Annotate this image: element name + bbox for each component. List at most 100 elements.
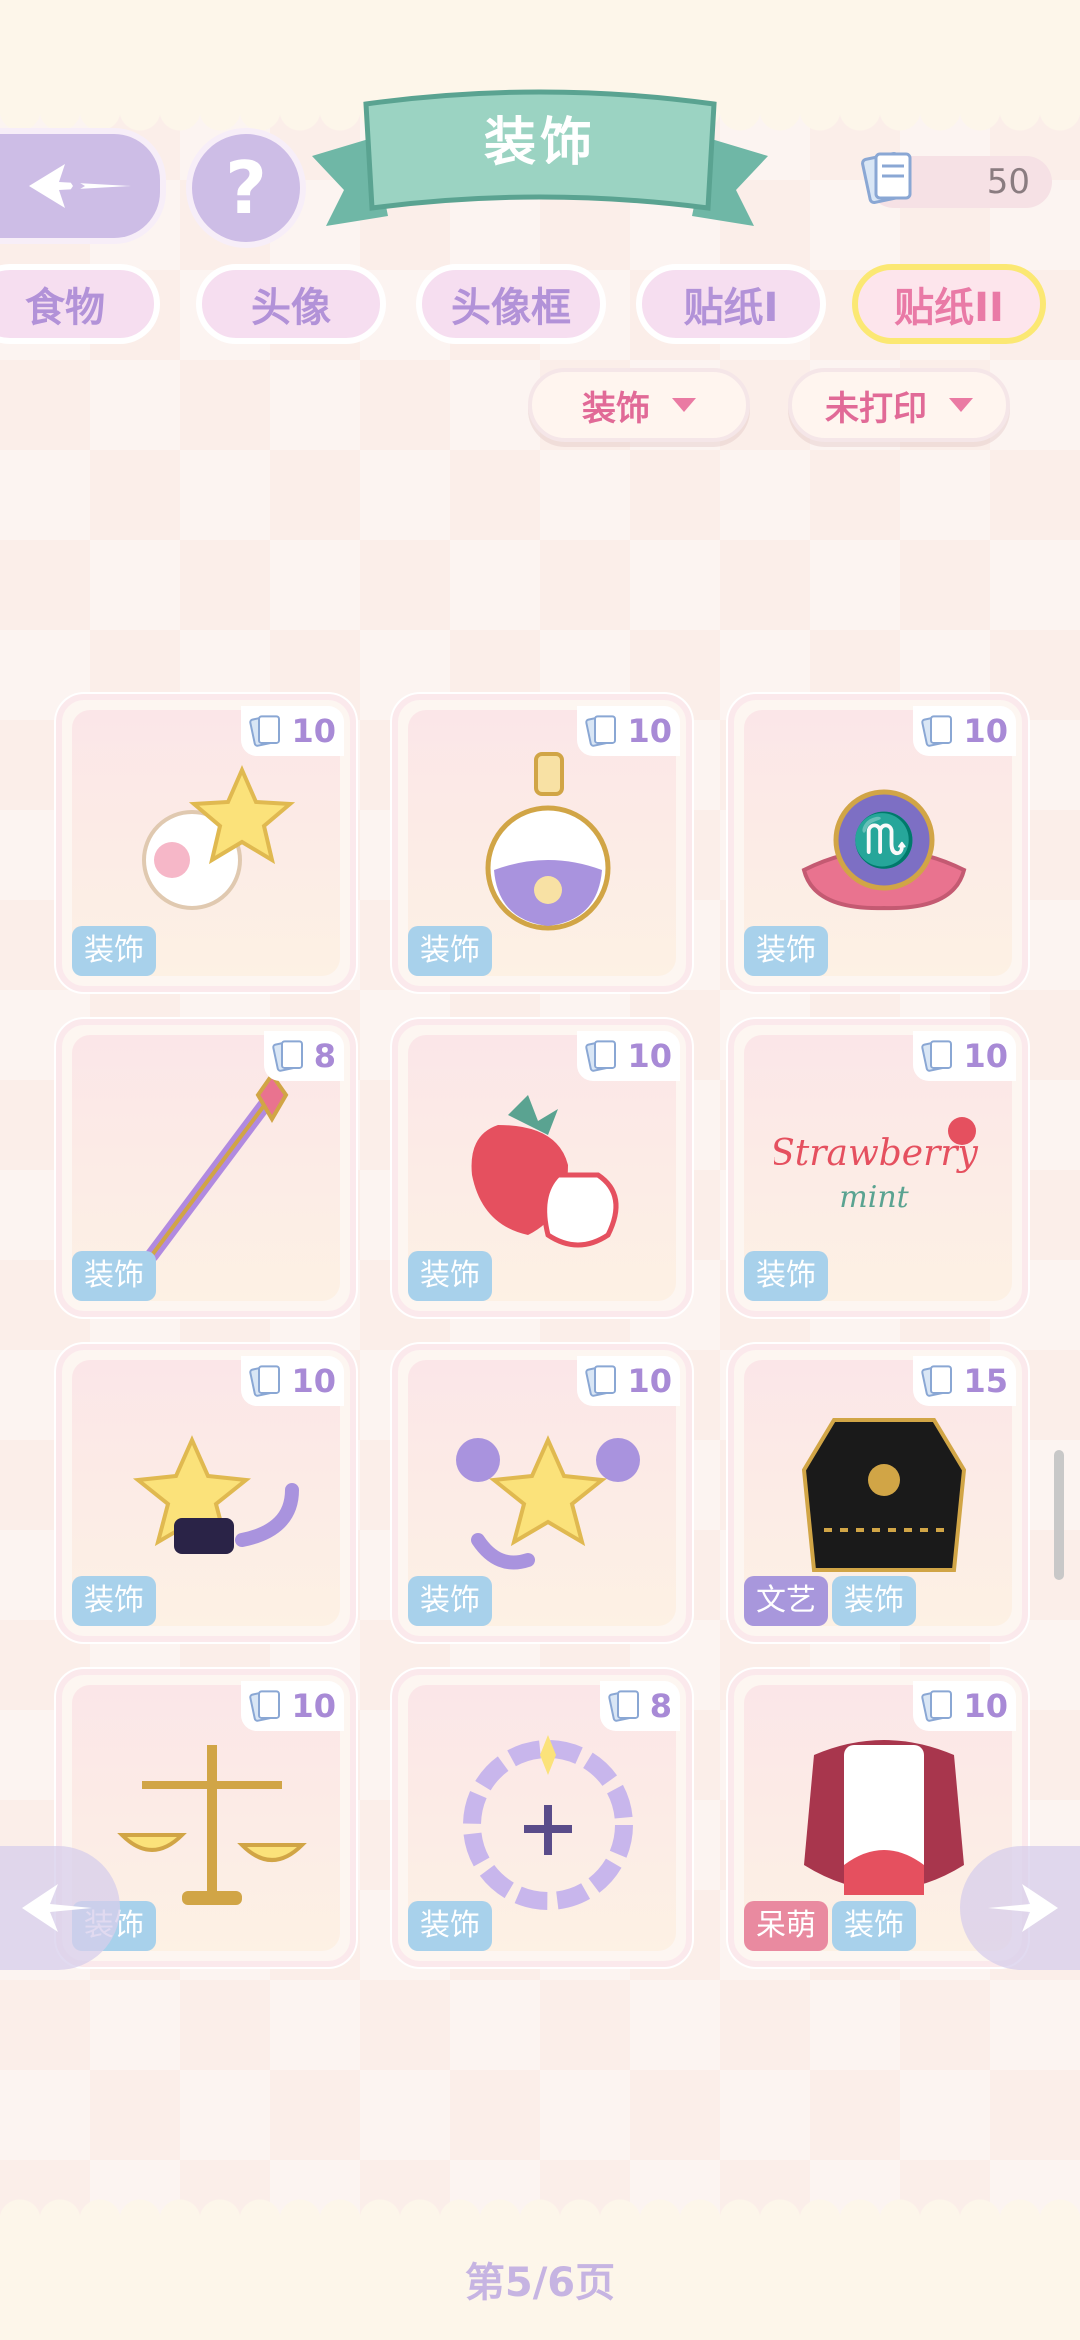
item-cost-value: 10: [291, 1362, 336, 1400]
potion-bottle-icon: [485, 752, 611, 931]
ticket-icon: [249, 715, 281, 747]
star-sheep-icon: [142, 765, 296, 910]
strawberry-mint-text-icon: Strawberry mint: [774, 1117, 979, 1215]
item-card[interactable]: 10 装饰: [56, 1344, 356, 1642]
item-tags: 装饰: [72, 1576, 156, 1626]
item-tags: 呆萌 装饰: [744, 1901, 916, 1951]
ticket-icon: [585, 1365, 617, 1397]
item-cost-value: 10: [291, 712, 336, 750]
prev-page-button[interactable]: [0, 1846, 120, 1970]
item-cost: 10: [241, 1681, 344, 1731]
item-cost: 8: [263, 1031, 344, 1081]
item-card[interactable]: 8 装饰: [392, 1669, 692, 1967]
item-cost-value: 8: [313, 1037, 336, 1075]
currency-value: 50: [986, 162, 1030, 202]
ticket-icon: [608, 1690, 639, 1722]
black-outfit-icon: [801, 1418, 967, 1572]
item-tag: 装饰: [408, 1251, 492, 1301]
item-tag: 装饰: [832, 1901, 916, 1951]
item-cost-value: 10: [627, 1037, 672, 1075]
item-cost: 10: [913, 706, 1016, 756]
item-cost-value: 15: [963, 1362, 1008, 1400]
ticket-icon: [921, 1365, 953, 1397]
next-page-button[interactable]: [960, 1846, 1080, 1970]
ticket-icon: [249, 1365, 281, 1397]
strawberry-text: Strawberry: [774, 1133, 979, 1174]
star-scorpion-icon: [132, 1435, 299, 1554]
currency-display: 50: [861, 151, 1052, 208]
item-tag: 文艺: [744, 1576, 828, 1626]
item-card[interactable]: 10 装饰: [392, 694, 692, 992]
item-tag: 装饰: [408, 926, 492, 976]
bottom-scallop: [0, 2180, 1080, 2220]
ticket-icon: [921, 1040, 953, 1072]
item-cost-value: 10: [627, 712, 672, 750]
category-dropdown[interactable]: 装饰: [528, 368, 750, 442]
item-tags: 文艺 装饰: [744, 1576, 916, 1626]
item-tags: 装饰: [72, 1251, 156, 1301]
scrollbar[interactable]: [1054, 1450, 1064, 1580]
item-tags: 装饰: [72, 926, 156, 976]
item-tags: 装饰: [744, 926, 828, 976]
item-tag: 装饰: [72, 1576, 156, 1626]
item-card[interactable]: Strawberry mint 10 装饰: [728, 1019, 1028, 1317]
item-card[interactable]: 15 文艺 装饰: [728, 1344, 1028, 1642]
item-tag: 呆萌: [744, 1901, 828, 1951]
tab-sticker-2[interactable]: 贴纸II: [852, 264, 1046, 344]
arrow-left-icon: [22, 1884, 92, 1932]
item-card[interactable]: ♏ 10 装饰: [728, 694, 1028, 992]
item-tag: 装饰: [408, 1901, 492, 1951]
zodiac-wreath-icon: [463, 1735, 633, 1910]
item-cost: 10: [913, 1031, 1016, 1081]
item-cost: 10: [913, 1681, 1016, 1731]
ticket-icon: [861, 151, 912, 205]
item-cost: 10: [577, 1356, 680, 1406]
tab-sticker-1[interactable]: 贴纸I: [636, 264, 826, 344]
item-card[interactable]: 10 装饰: [392, 1019, 692, 1317]
chevron-down-icon: [672, 398, 696, 412]
ticket-icon: [585, 715, 617, 747]
item-cost: 10: [241, 706, 344, 756]
item-cost: 10: [577, 1031, 680, 1081]
back-arrow-icon: [29, 164, 131, 208]
item-cost: 10: [241, 1356, 344, 1406]
tab-avatar-frame[interactable]: 头像框: [416, 264, 606, 344]
item-cost-value: 10: [291, 1687, 336, 1725]
arrow-right-icon: [988, 1884, 1058, 1932]
item-cost: 15: [913, 1356, 1016, 1406]
tab-avatar[interactable]: 头像: [196, 264, 386, 344]
ticket-icon: [921, 1690, 953, 1722]
item-tags: 装饰: [408, 1901, 492, 1951]
item-tag: 装饰: [72, 1251, 156, 1301]
item-tags: 装饰: [408, 1251, 492, 1301]
item-tags: 装饰: [744, 1251, 828, 1301]
item-tag: 装饰: [72, 926, 156, 976]
help-button[interactable]: ?: [186, 128, 306, 248]
item-card[interactable]: 10 装饰: [56, 694, 356, 992]
item-card[interactable]: 8 装饰: [56, 1019, 356, 1317]
item-card[interactable]: 10 装饰: [392, 1344, 692, 1642]
chevron-down-icon: [949, 398, 973, 412]
item-tag: 装饰: [744, 1251, 828, 1301]
page-title: 装饰: [483, 113, 596, 173]
item-cost: 8: [599, 1681, 680, 1731]
page-indicator: 第5/6页: [464, 2260, 616, 2306]
libra-scale-icon: [117, 1745, 307, 1905]
print-status-dropdown[interactable]: 未打印: [788, 368, 1010, 442]
tab-food[interactable]: 食物: [0, 264, 160, 344]
ticket-icon: [585, 1040, 617, 1072]
ticket-icon: [921, 715, 953, 747]
item-tags: 装饰: [408, 1576, 492, 1626]
item-cost-value: 8: [649, 1687, 672, 1725]
ticket-icon: [272, 1040, 303, 1072]
item-tag: 装饰: [744, 926, 828, 976]
magic-wand-icon: [145, 1071, 289, 1262]
item-cost-value: 10: [963, 1687, 1008, 1725]
item-cost: 10: [577, 706, 680, 756]
item-tag: 装饰: [832, 1576, 916, 1626]
scorpio-cushion-icon: ♏: [801, 789, 967, 911]
back-button[interactable]: [0, 128, 166, 244]
item-cost-value: 10: [963, 1037, 1008, 1075]
svg-text:♏: ♏: [852, 810, 917, 871]
item-cost-value: 10: [627, 1362, 672, 1400]
